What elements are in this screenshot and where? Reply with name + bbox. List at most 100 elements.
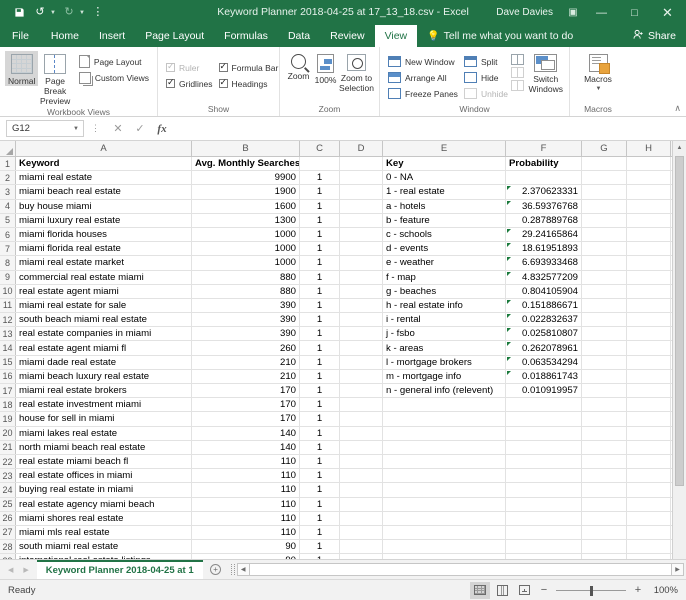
cell-g14[interactable] [582, 341, 627, 355]
cell-h16[interactable] [627, 369, 671, 383]
column-header-c[interactable]: C [300, 141, 340, 156]
cell-e23[interactable] [383, 469, 506, 483]
new-window-button[interactable]: New Window [385, 54, 461, 69]
cell-e22[interactable] [383, 454, 506, 469]
cell-a27[interactable]: miami mls real estate [16, 525, 192, 540]
customize-qat-icon[interactable]: ⋮ [89, 3, 107, 22]
row-header[interactable]: 5 [0, 213, 16, 227]
add-sheet-button[interactable]: + [203, 560, 229, 579]
hscroll-right-icon[interactable]: ▶ [671, 563, 684, 576]
cell-d2[interactable] [340, 171, 383, 185]
cell-b27[interactable]: 110 [192, 525, 300, 540]
cell-h13[interactable] [627, 327, 671, 341]
freeze-panes-button[interactable]: Freeze Panes ▼ [385, 86, 469, 101]
cell-d20[interactable] [340, 426, 383, 440]
table-row[interactable]: 6 miami florida houses 1000 1 c - schools 29.… [0, 227, 686, 243]
cell-a19[interactable]: house for sell in miami [16, 412, 192, 426]
cell-f13[interactable]: 0.025810807 [506, 327, 582, 341]
cell-a6[interactable]: miami florida houses [16, 227, 192, 242]
cell-c2[interactable]: 1 [300, 171, 340, 185]
name-box[interactable]: G12 ▼ [6, 120, 84, 137]
row-header[interactable]: 8 [0, 256, 16, 270]
cell-a13[interactable]: real estate companies in miami [16, 327, 192, 341]
column-header-f[interactable]: F [506, 141, 582, 156]
redo-dropdown-caret[interactable]: ▼ [79, 10, 85, 16]
cell-e16[interactable]: m - mortgage info [383, 369, 506, 383]
row-header[interactable]: 29 [0, 554, 16, 559]
cell-g1[interactable] [582, 157, 627, 171]
cell-b13[interactable]: 390 [192, 327, 300, 341]
zoom-100-button[interactable]: 100% [312, 51, 339, 85]
row-header[interactable]: 14 [0, 341, 16, 355]
cell-c27[interactable]: 1 [300, 525, 340, 540]
cell-e15[interactable]: l - mortgage brokers [383, 355, 506, 369]
cell-d28[interactable] [340, 540, 383, 554]
cell-d16[interactable] [340, 369, 383, 383]
macros-button[interactable]: Macros ▼ [576, 51, 620, 94]
cell-g24[interactable] [582, 483, 627, 497]
cell-c24[interactable]: 1 [300, 483, 340, 497]
cell-d8[interactable] [340, 256, 383, 270]
cell-e18[interactable] [383, 398, 506, 412]
zoom-to-selection-button[interactable]: Zoom to Selection [339, 51, 374, 93]
gridlines-checkbox-row[interactable]: Gridlines [163, 76, 216, 91]
column-header-g[interactable]: G [582, 141, 627, 156]
cell-d11[interactable] [340, 298, 383, 313]
cell-g9[interactable] [582, 270, 627, 284]
cell-g13[interactable] [582, 327, 627, 341]
cell-h27[interactable] [627, 525, 671, 540]
table-row[interactable]: 10 real estate agent miami 880 1 g - beaches… [0, 284, 686, 299]
close-button[interactable]: ✕ [651, 0, 684, 25]
column-header-h[interactable]: H [627, 141, 671, 156]
cell-f3[interactable]: 2.370623331 [506, 185, 582, 199]
cell-d17[interactable] [340, 384, 383, 398]
cell-h10[interactable] [627, 284, 671, 298]
zoom-out-button[interactable]: − [536, 584, 552, 596]
zoom-slider-thumb[interactable] [590, 585, 593, 596]
table-row[interactable]: 15 miami dade real estate 210 1 l - mortgage… [0, 355, 686, 370]
cell-f15[interactable]: 0.063534294 [506, 355, 582, 369]
cell-e10[interactable]: g - beaches [383, 284, 506, 298]
cell-b7[interactable]: 1000 [192, 242, 300, 256]
cell-g16[interactable] [582, 369, 627, 383]
cell-d14[interactable] [340, 341, 383, 355]
zoom-level-label[interactable]: 100% [648, 585, 678, 596]
cell-b11[interactable]: 390 [192, 298, 300, 313]
cell-h6[interactable] [627, 227, 671, 242]
cell-g15[interactable] [582, 355, 627, 369]
cell-a7[interactable]: miami florida real estate [16, 242, 192, 256]
cell-f14[interactable]: 0.262078961 [506, 341, 582, 355]
cell-f11[interactable]: 0.151886671 [506, 298, 582, 313]
formula-bar-checkbox-row[interactable]: Formula Bar [216, 60, 282, 75]
cell-f4[interactable]: 36.59376768 [506, 199, 582, 213]
table-row[interactable]: 4 buy house miami 1600 1 a - hotels 36.593767… [0, 199, 686, 214]
collapse-ribbon-icon[interactable]: ∧ [674, 103, 681, 114]
ruler-checkbox[interactable] [166, 61, 175, 72]
normal-view-button[interactable] [470, 581, 490, 599]
table-row[interactable]: 9 commercial real estate miami 880 1 f - map… [0, 270, 686, 285]
cell-c21[interactable]: 1 [300, 440, 340, 454]
cell-g29[interactable] [582, 554, 627, 559]
cell-d9[interactable] [340, 270, 383, 284]
zoom-slider[interactable] [554, 584, 628, 597]
cell-c29[interactable]: 1 [300, 554, 340, 559]
cell-e4[interactable]: a - hotels [383, 199, 506, 213]
cell-b28[interactable]: 90 [192, 540, 300, 554]
cancel-entry-icon[interactable]: ✕ [107, 120, 129, 138]
cell-d6[interactable] [340, 227, 383, 242]
cell-b4[interactable]: 1600 [192, 199, 300, 213]
undo-icon[interactable]: ↺ [31, 3, 49, 22]
row-header[interactable]: 24 [0, 483, 16, 497]
cell-a10[interactable]: real estate agent miami [16, 284, 192, 298]
cell-d13[interactable] [340, 327, 383, 341]
cell-c4[interactable]: 1 [300, 199, 340, 213]
cell-h24[interactable] [627, 483, 671, 497]
cell-e12[interactable]: i - rental [383, 313, 506, 327]
user-account-name[interactable]: Dave Davies [496, 7, 553, 18]
cell-h25[interactable] [627, 497, 671, 511]
cell-e25[interactable] [383, 497, 506, 511]
undo-dropdown-caret[interactable]: ▼ [50, 10, 56, 16]
cell-h28[interactable] [627, 540, 671, 554]
row-header[interactable]: 21 [0, 440, 16, 454]
cell-d29[interactable] [340, 554, 383, 559]
